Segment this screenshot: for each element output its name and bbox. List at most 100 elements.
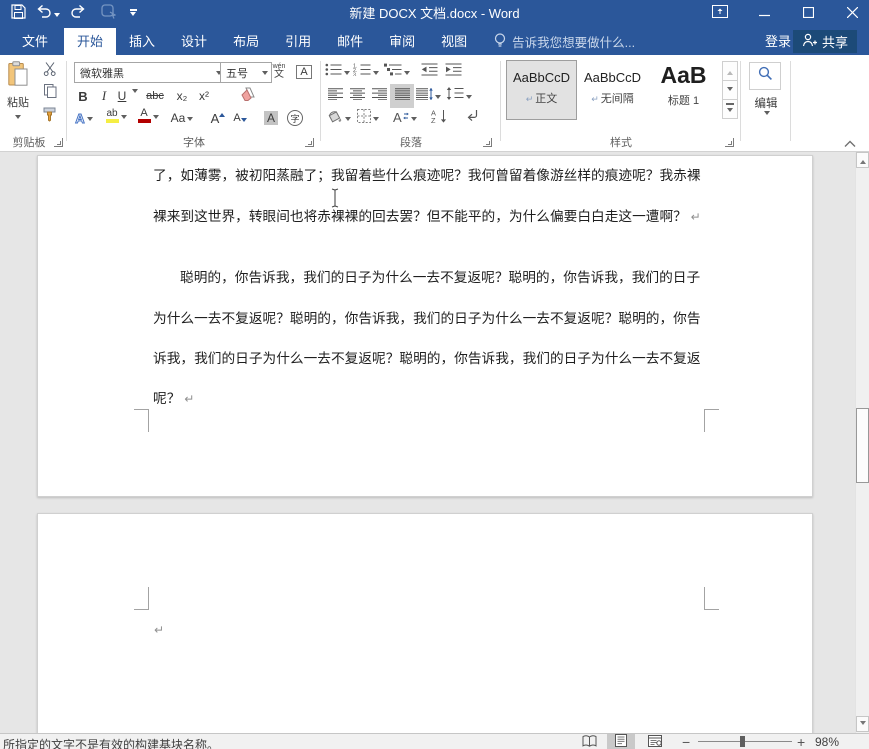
zoom-in-button[interactable]: + [797, 734, 805, 749]
tab-references[interactable]: 引用 [272, 28, 324, 55]
scroll-up-button[interactable] [856, 152, 869, 168]
font-size-combo[interactable]: 五号 [220, 62, 272, 83]
document-page-2[interactable]: ↵ [37, 513, 813, 733]
ribbon-display-options-button[interactable] [703, 0, 737, 28]
align-center-button[interactable] [346, 86, 368, 106]
tab-layout[interactable]: 布局 [220, 28, 272, 55]
increase-indent-button[interactable] [442, 62, 464, 82]
collapse-ribbon-button[interactable] [844, 135, 864, 149]
close-button[interactable] [835, 0, 869, 28]
tell-me-box[interactable]: 告诉我您想要做什么... [494, 28, 635, 55]
borders-button[interactable] [354, 108, 382, 128]
subscript-button[interactable]: x₂ [172, 86, 192, 106]
text-effects-button[interactable]: A [72, 108, 96, 128]
doc-text-line[interactable]: 裸来到这世界，转眼间也将赤裸裸的回去罢？但不能平的，为什么偏要白白走这一遭啊？ … [153, 205, 701, 225]
read-mode-button[interactable] [575, 734, 603, 749]
editing-dropdown-button[interactable] [749, 62, 781, 90]
doc-text-line[interactable]: 了，如薄雾，被初阳蒸融了；我留着些什么痕迹呢？我何曾留着像游丝样的痕迹呢？我赤裸 [153, 164, 701, 184]
tab-review[interactable]: 审阅 [376, 28, 428, 55]
doc-text-line[interactable]: 呢？ ↵ [153, 387, 194, 407]
print-layout-button[interactable] [607, 734, 635, 749]
tab-view[interactable]: 视图 [428, 28, 480, 55]
italic-button[interactable]: I [96, 86, 112, 106]
decrease-indent-button[interactable] [418, 62, 440, 82]
line-spacing-button[interactable] [444, 86, 474, 106]
enclose-characters-button[interactable]: 字 [284, 108, 306, 128]
highlight-caret [120, 114, 127, 122]
web-layout-button[interactable] [641, 734, 669, 749]
zoom-slider-track[interactable] [698, 741, 792, 742]
character-border-button[interactable]: A [294, 61, 314, 82]
document-page-1[interactable]: 了，如薄雾，被初阳蒸融了；我留着些什么痕迹呢？我何曾留着像游丝样的痕迹呢？我赤裸… [37, 155, 813, 497]
maximize-button[interactable] [791, 0, 825, 28]
tab-file[interactable]: 文件 [6, 28, 64, 55]
phonetic-guide-button[interactable]: wén 文 [268, 61, 290, 82]
vertical-scrollbar[interactable] [855, 152, 869, 733]
tab-insert[interactable]: 插入 [116, 28, 168, 55]
minimize-button[interactable] [747, 0, 781, 28]
style-heading1[interactable]: AaB 标题 1 [648, 60, 719, 120]
highlight-color-button[interactable]: ab [102, 106, 130, 126]
font-color-button[interactable]: A [134, 106, 162, 126]
zoom-slider-thumb[interactable] [740, 736, 745, 747]
strikethrough-button[interactable]: abc [142, 86, 168, 106]
tab-mailings[interactable]: 邮件 [324, 28, 376, 55]
asian-layout-button[interactable]: A [390, 108, 420, 128]
word-window: 新建 DOCX 文档.docx - Word 文件 开始 插入 设计 布局 引用… [0, 0, 869, 749]
doc-text-line[interactable]: 为什么一去不复返呢？聪明的，你告诉我，我们的日子为什么一去不复返呢？聪明的，你告 [153, 307, 701, 327]
justify-button[interactable] [390, 84, 414, 108]
font-name-combo[interactable]: 微软雅黑 [74, 62, 226, 83]
paragraph-mark-icon [466, 109, 479, 127]
format-painter-button[interactable] [38, 107, 62, 126]
styles-scroll-down-button[interactable] [722, 80, 738, 100]
superscript-button[interactable]: x² [194, 86, 214, 106]
style-label: ↵ 无间隔 [591, 93, 634, 105]
style-normal[interactable]: AaBbCcD ↵ 正文 [506, 60, 577, 120]
scroll-down-button[interactable] [856, 716, 869, 732]
paragraph-dialog-launcher[interactable] [483, 138, 492, 147]
bullets-button[interactable] [324, 62, 350, 82]
styles-gallery-more-button[interactable] [722, 99, 738, 119]
multilevel-list-button[interactable] [382, 62, 412, 82]
scrollbar-thumb[interactable] [856, 408, 869, 483]
svg-text:3.: 3. [353, 72, 358, 76]
numbering-button[interactable]: 1. 2. 3. [352, 62, 380, 82]
tab-home[interactable]: 开始 [64, 28, 117, 55]
show-hide-marks-button[interactable] [460, 108, 484, 128]
paste-button[interactable]: 粘贴 [2, 59, 34, 135]
paragraph-mark: ↵ [686, 210, 701, 224]
read-mode-icon [582, 734, 597, 749]
doc-text-line[interactable]: 聪明的，你告诉我，我们的日子为什么一去不复返呢？聪明的，你告诉我，我们的日子 [180, 266, 700, 286]
character-shading-button[interactable]: A [260, 108, 282, 128]
cut-button[interactable] [38, 61, 62, 80]
change-case-button[interactable]: Aa [168, 108, 196, 128]
distribute-button[interactable] [415, 86, 441, 106]
group-styles: AaBbCcD ↵ 正文 AaBbCcD ↵ 无间隔 AaB 标题 1 样式 [502, 55, 740, 151]
copy-button[interactable] [38, 83, 62, 102]
font-dialog-launcher[interactable] [305, 138, 314, 147]
numbering-caret [373, 70, 379, 78]
style-no-spacing[interactable]: AaBbCcD ↵ 无间隔 [577, 60, 648, 120]
underline-button[interactable]: U [114, 86, 130, 106]
zoom-level[interactable]: 98% [815, 735, 839, 749]
clear-formatting-button[interactable] [236, 86, 260, 106]
scroll-down-icon [727, 86, 733, 94]
grow-font-button[interactable]: A [208, 108, 228, 128]
doc-text-line[interactable]: 诉我，我们的日子为什么一去不复返呢？聪明的，你告诉我，我们的日子为什么一去不复返 [153, 347, 701, 367]
sign-in-button[interactable]: 登录 [765, 28, 791, 55]
styles-dialog-launcher[interactable] [725, 138, 734, 147]
asian-layout-caret [411, 116, 417, 124]
share-button[interactable]: 共享 [792, 30, 857, 53]
shading-button[interactable] [324, 108, 352, 128]
shrink-font-button[interactable]: A [230, 108, 250, 128]
bold-button[interactable]: B [74, 86, 92, 106]
align-right-button[interactable] [368, 86, 390, 106]
tab-design[interactable]: 设计 [168, 28, 220, 55]
styles-scroll-up-button[interactable] [722, 61, 738, 81]
align-left-button[interactable] [324, 86, 346, 106]
window-title: 新建 DOCX 文档.docx - Word [349, 6, 520, 21]
zoom-out-button[interactable]: − [682, 734, 690, 749]
clipboard-dialog-launcher[interactable] [54, 138, 63, 147]
shrink-font-arrow [240, 117, 247, 125]
sort-button[interactable]: AZ [426, 108, 452, 128]
